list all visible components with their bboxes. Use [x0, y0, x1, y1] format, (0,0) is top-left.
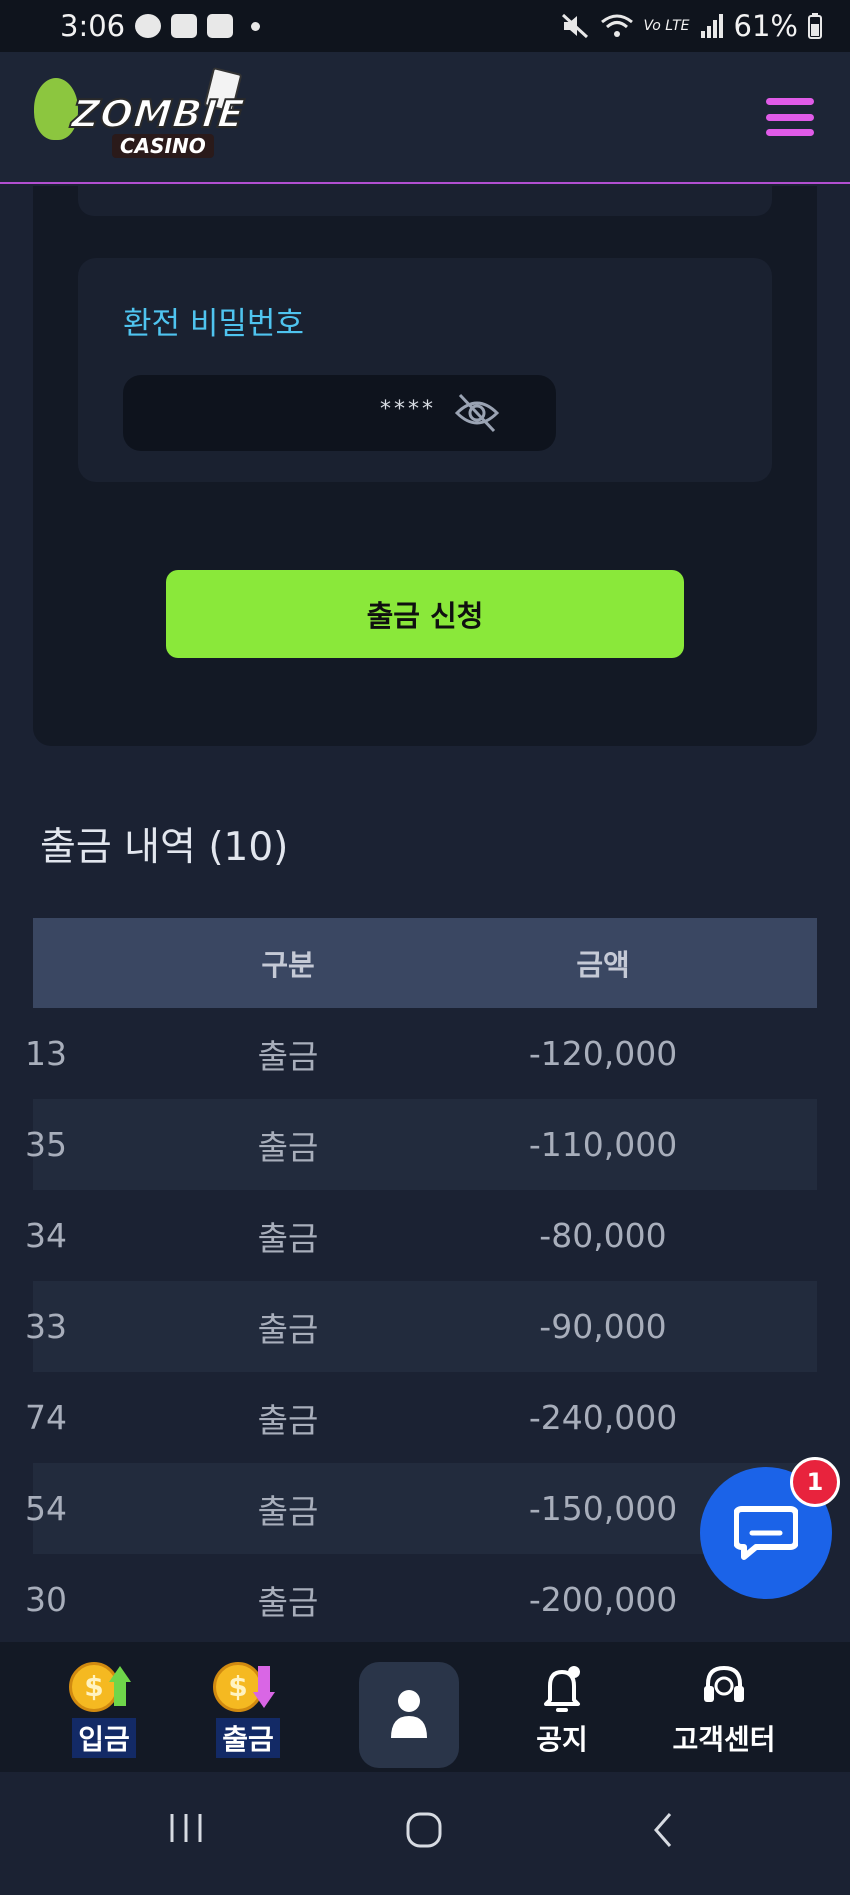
- recent-apps-icon[interactable]: [166, 1810, 206, 1846]
- table-header: 구분 금액: [33, 918, 817, 1008]
- nav-profile-button[interactable]: [359, 1662, 459, 1768]
- row-type: 출금: [257, 1491, 319, 1531]
- withdraw-coin-icon: $: [213, 1662, 283, 1714]
- row-type: 출금: [257, 1127, 319, 1167]
- row-id: 54: [25, 1489, 67, 1528]
- table-row: 34 출금 -80,000: [25, 1190, 817, 1281]
- chat-bubble-icon: [734, 1506, 798, 1560]
- table-row: 35 출금 -110,000: [25, 1099, 817, 1190]
- row-amount: -90,000: [539, 1307, 667, 1346]
- row-id: 33: [25, 1307, 67, 1346]
- home-icon[interactable]: [404, 1810, 444, 1850]
- row-id: 30: [25, 1580, 67, 1619]
- nav-support[interactable]: 고객센터: [654, 1662, 794, 1762]
- nav-deposit-label: 입금: [72, 1718, 136, 1758]
- exchange-password-section: 환전 비밀번호 ****: [78, 258, 772, 482]
- eye-off-icon[interactable]: [454, 391, 500, 435]
- row-type: 출금: [257, 1218, 319, 1258]
- row-id: 35: [25, 1125, 67, 1164]
- row-amount: -150,000: [528, 1489, 678, 1528]
- wifi-icon: [600, 14, 633, 37]
- column-header-amount: 금액: [576, 948, 630, 982]
- row-id: 34: [25, 1216, 67, 1255]
- row-id: 13: [25, 1034, 67, 1073]
- table-row: 13 출금 -120,000: [25, 1008, 817, 1099]
- nav-notice-label: 공지: [536, 1723, 588, 1756]
- table-row: 74 출금 -240,000: [25, 1372, 817, 1463]
- row-type: 출금: [257, 1036, 319, 1076]
- status-time: 3:06: [60, 9, 126, 43]
- android-nav-bar: [0, 1772, 850, 1895]
- logo-subtext: CASINO: [112, 134, 214, 158]
- table-row: 54 출금 -150,000: [25, 1463, 817, 1554]
- bell-icon: [544, 1666, 580, 1712]
- bottom-nav: $ 입금 $ 출금 공지 고객센터: [0, 1642, 850, 1772]
- logo-text: ZOMBIE: [69, 91, 248, 137]
- table-row: 30 출금 -200,000: [25, 1554, 817, 1645]
- row-amount: -80,000: [539, 1216, 667, 1255]
- app-header: ZOMBIE CASINO: [0, 52, 850, 184]
- row-id: 74: [25, 1398, 67, 1437]
- withdraw-history-title: 출금 내역 (10): [40, 825, 289, 870]
- gallery-notification-icon: [171, 14, 198, 38]
- row-type: 출금: [257, 1309, 319, 1349]
- row-type: 출금: [257, 1400, 319, 1440]
- battery-percent: 61%: [733, 9, 798, 43]
- nav-notice[interactable]: 공지: [492, 1662, 632, 1762]
- back-icon[interactable]: [648, 1810, 678, 1850]
- battery-icon: [808, 13, 822, 39]
- chat-notification-icon: [135, 14, 162, 38]
- exchange-password-label: 환전 비밀번호: [123, 306, 304, 342]
- nav-support-label: 고객센터: [672, 1723, 776, 1756]
- column-header-type: 구분: [261, 948, 315, 982]
- calendar-notification-icon: [207, 14, 234, 38]
- hamburger-menu-button[interactable]: [766, 98, 814, 136]
- zombie-casino-logo[interactable]: ZOMBIE CASINO: [32, 66, 248, 166]
- signal-icon: [700, 14, 723, 38]
- row-type: 출금: [257, 1582, 319, 1622]
- status-bar: 3:06 Vo LTE 61%: [0, 0, 850, 52]
- row-amount: -240,000: [528, 1398, 678, 1437]
- nav-withdraw[interactable]: $ 출금: [178, 1662, 318, 1762]
- chat-unread-badge: 1: [790, 1457, 840, 1507]
- volte-label: Vo LTE: [643, 18, 690, 34]
- row-amount: -110,000: [528, 1125, 678, 1164]
- previous-field-box: [78, 186, 772, 216]
- row-amount: -120,000: [528, 1034, 678, 1073]
- row-amount: -200,000: [528, 1580, 678, 1619]
- mute-icon: [561, 13, 588, 39]
- headset-icon: [704, 1665, 744, 1702]
- withdraw-form-card: 환전 비밀번호 **** 출금 신청: [33, 186, 817, 746]
- menu-line-icon: [766, 113, 814, 121]
- more-notifications-icon: [251, 21, 261, 31]
- withdraw-request-button[interactable]: 출금 신청: [166, 570, 684, 658]
- table-row: 33 출금 -90,000: [25, 1281, 817, 1372]
- nav-withdraw-label: 출금: [216, 1718, 280, 1758]
- user-icon: [391, 1690, 427, 1738]
- menu-line-icon: [766, 129, 814, 136]
- deposit-coin-icon: $: [69, 1662, 139, 1714]
- exchange-password-input[interactable]: ****: [123, 375, 556, 451]
- menu-line-icon: [766, 98, 814, 105]
- nav-deposit[interactable]: $ 입금: [34, 1662, 174, 1762]
- password-masked-value: ****: [380, 397, 436, 422]
